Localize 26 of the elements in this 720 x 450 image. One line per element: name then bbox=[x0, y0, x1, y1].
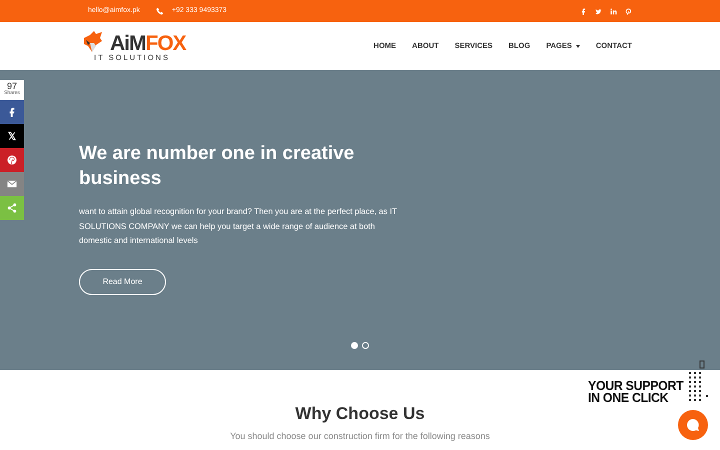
bird-icon[interactable] bbox=[595, 8, 602, 14]
chat-button[interactable] bbox=[678, 410, 708, 440]
share-count: 97 bbox=[6, 80, 17, 91]
section-title: Why Choose Us bbox=[294, 404, 426, 424]
section-subtitle: You should choose our construction firm for the following reasons bbox=[229, 430, 491, 444]
share-button[interactable] bbox=[0, 100, 24, 124]
pinterest-icon[interactable] bbox=[625, 8, 632, 14]
carousel-dot[interactable] bbox=[351, 342, 358, 349]
share-button[interactable] bbox=[0, 124, 24, 148]
banner-text: YOUR SUPPORT bbox=[588, 380, 684, 392]
x-icon bbox=[7, 131, 17, 141]
dot-grid-drawing bbox=[687, 360, 711, 404]
carousel-dot[interactable] bbox=[362, 342, 369, 349]
facebook-icon bbox=[7, 107, 17, 117]
read-more-button[interactable]: Read More bbox=[79, 269, 166, 296]
envelope-icon bbox=[7, 179, 17, 189]
logo-wordmark[interactable]: AiMFOX bbox=[110, 33, 186, 54]
linkedin-icon[interactable] bbox=[610, 8, 617, 14]
hero-text: want to attain global recognition for your brand? Then you are at the perfect place, as IT SOLUTIONS COMPANY we can help you target a wide range of audience at both domestic and international levels bbox=[79, 206, 398, 248]
hero-title: We are number one in creative business bbox=[79, 142, 356, 191]
pinterest-icon bbox=[7, 155, 17, 165]
share-icon bbox=[7, 203, 17, 213]
facebook-icon[interactable] bbox=[580, 8, 587, 14]
banner-text: IN ONE CLICK bbox=[588, 392, 668, 405]
phone-icon bbox=[156, 7, 164, 15]
chat-icon bbox=[686, 418, 700, 432]
